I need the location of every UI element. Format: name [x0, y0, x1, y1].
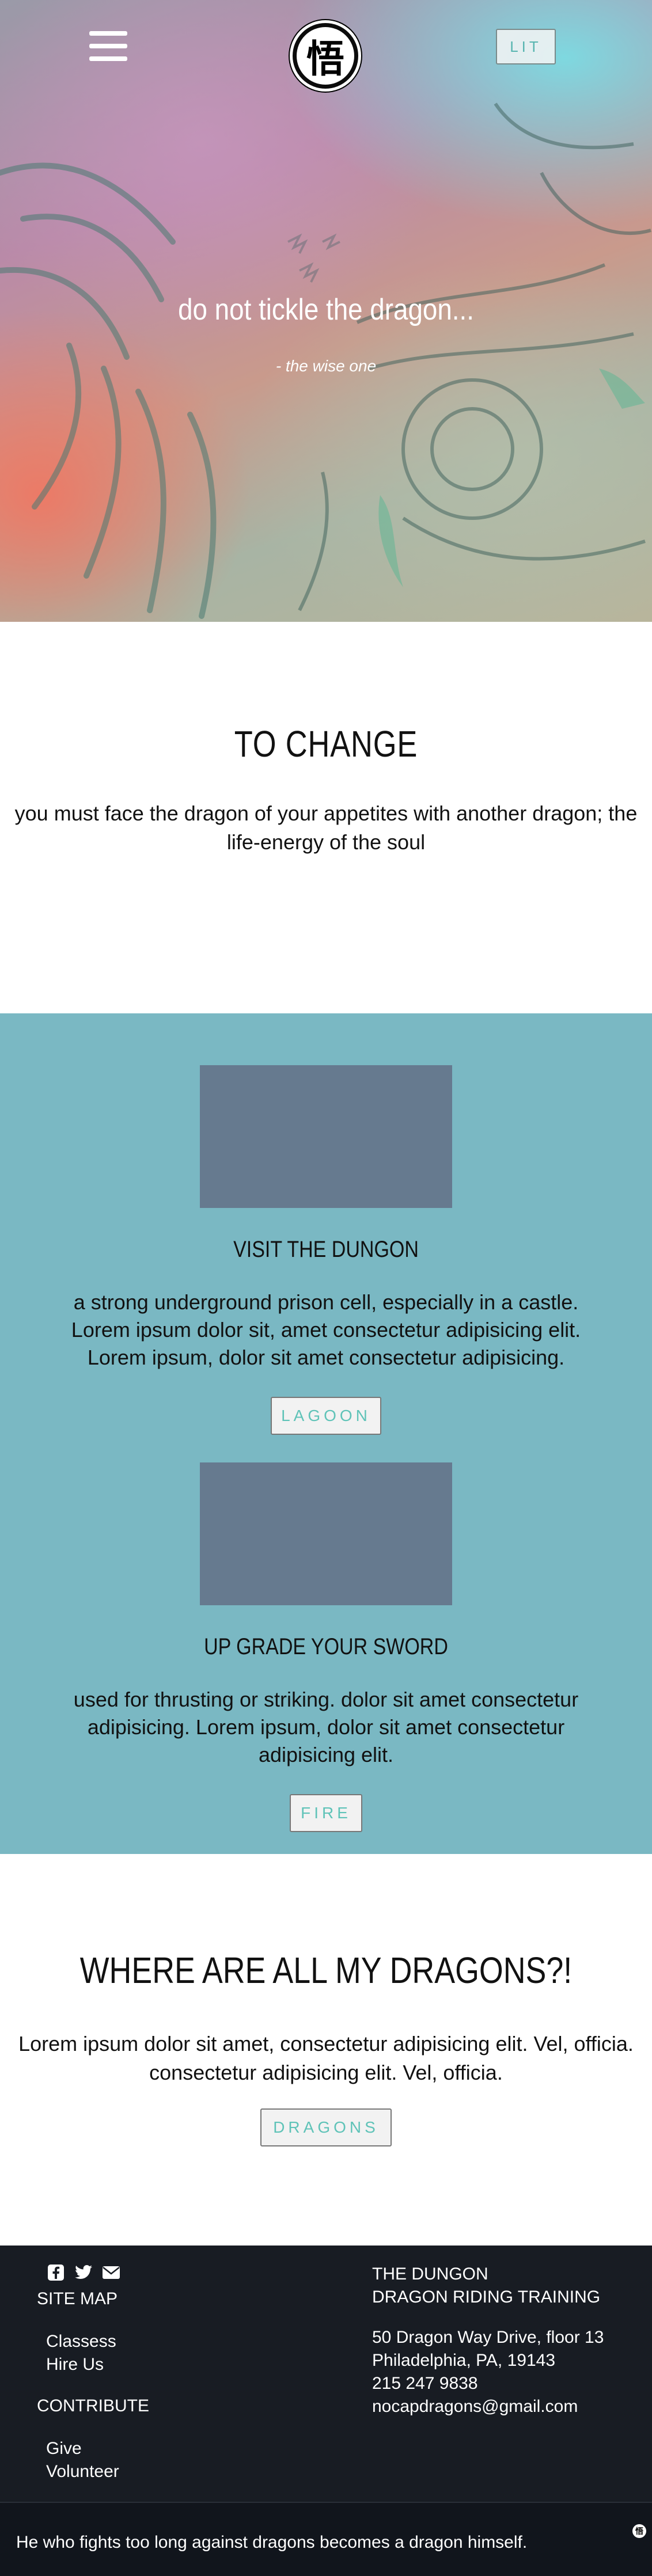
card-text: used for thrusting or striking. dolor si…: [73, 1688, 579, 1766]
footer-link-give[interactable]: Give: [46, 2439, 82, 2459]
card-image-placeholder: [200, 1065, 452, 1208]
phone-number: 215 247 9838: [372, 2374, 478, 2393]
org-name: THE DUNGON: [372, 2265, 488, 2284]
facebook-icon[interactable]: [46, 2263, 66, 2282]
dragons-text: Lorem ipsum dolor sit amet, consectetur …: [18, 2032, 634, 2084]
mini-logo-icon: 悟: [632, 2524, 646, 2538]
address-line-1: 50 Dragon Way Drive, floor 13: [372, 2328, 604, 2347]
contribute-heading: CONTRIBUTE: [37, 2396, 149, 2415]
site-map-heading: SITE MAP: [37, 2289, 118, 2308]
envelope-icon[interactable]: [101, 2263, 121, 2282]
footer-link-hire-us[interactable]: Hire Us: [46, 2355, 104, 2374]
org-tagline: DRAGON RIDING TRAINING: [372, 2288, 601, 2307]
intro-section: TO CHANGE you must face the dragon of yo…: [0, 622, 652, 1013]
hamburger-menu-icon[interactable]: [89, 31, 127, 63]
intro-text: you must face the dragon of your appetit…: [14, 801, 638, 854]
features-section: VISIT THE DUNGON a strong underground pr…: [0, 1013, 652, 1854]
dragons-heading: WHERE ARE ALL MY DRAGONS?!: [79, 1950, 573, 1991]
intro-heading: TO CHANGE: [234, 723, 418, 765]
address-line-2: Philadelphia, PA, 19143: [372, 2351, 556, 2370]
hero-banner: 悟 LIT do not tickle the dragon... - the …: [0, 0, 652, 622]
social-links: [46, 2263, 121, 2282]
hero-subtitle: - the wise one: [275, 357, 377, 375]
footer-link-volunteer[interactable]: Volunteer: [46, 2462, 119, 2482]
dragons-button[interactable]: DRAGONS: [260, 2108, 392, 2146]
card-title: UP GRADE YOUR SWORD: [204, 1634, 448, 1659]
logo-glyph: 悟: [297, 27, 354, 85]
fire-button[interactable]: FIRE: [290, 1794, 362, 1832]
dragons-section: WHERE ARE ALL MY DRAGONS?! Lorem ipsum d…: [0, 1854, 652, 2246]
twitter-icon[interactable]: [74, 2263, 93, 2282]
footer-link-classess[interactable]: Classess: [46, 2332, 116, 2351]
hero-title: do not tickle the dragon...: [178, 293, 474, 326]
footer-quote: He who fights too long against dragons b…: [16, 2533, 528, 2552]
bottom-bar: He who fights too long against dragons b…: [0, 2502, 652, 2576]
logo[interactable]: 悟: [290, 20, 361, 92]
card-image-placeholder: [200, 1462, 452, 1605]
lagoon-button[interactable]: LAGOON: [271, 1397, 381, 1435]
email-link[interactable]: nocapdragons@gmail.com: [372, 2395, 578, 2418]
lit-button[interactable]: LIT: [496, 29, 556, 64]
card-text: a strong underground prison cell, especi…: [71, 1290, 581, 1369]
footer: SITE MAP Classess Hire Us CONTRIBUTE Giv…: [0, 2246, 652, 2502]
card-title: VISIT THE DUNGON: [233, 1237, 419, 1262]
